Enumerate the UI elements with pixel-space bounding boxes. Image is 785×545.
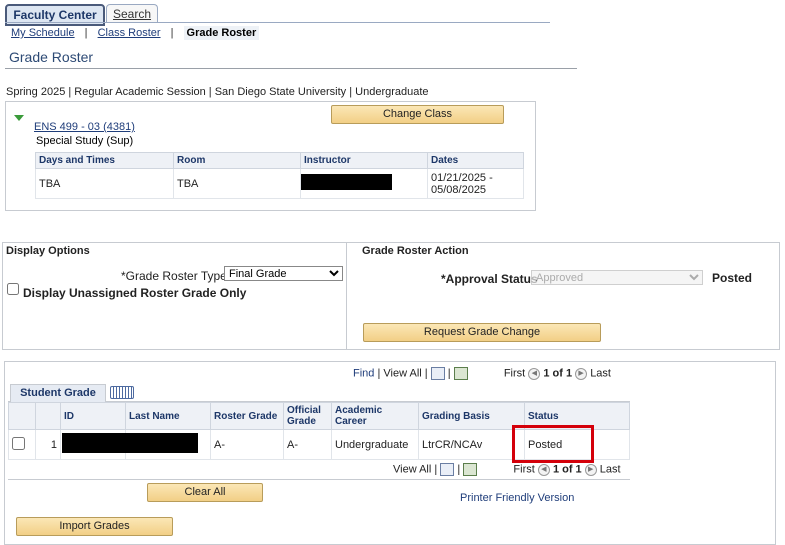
breadcrumb-separator: | [84,27,88,39]
row-select-cell [8,429,36,460]
official-grade-cell: A- [283,429,332,460]
view-all-link[interactable]: View All [383,367,421,379]
row-select-checkbox[interactable] [12,436,25,450]
last-link-bottom[interactable]: Last [600,463,621,475]
col-official-grade: Official Grade [283,402,332,430]
printer-friendly-link[interactable]: Printer Friendly Version [460,492,574,504]
import-grades-button[interactable]: Import Grades [16,517,173,536]
change-class-button[interactable]: Change Class [331,105,504,124]
approval-status-select: Approved [531,270,703,285]
col-row-num [35,402,61,430]
last-link[interactable]: Last [590,367,611,379]
academic-career-cell: Undergraduate [331,429,419,460]
clear-all-button[interactable]: Clear All [147,483,263,502]
redacted-instructor [301,174,392,190]
breadcrumb-separator: | [170,27,174,39]
col-last-name: Last Name [125,402,211,430]
col-academic-career: Academic Career [331,402,419,430]
table-header-row: Days and Times Room Instructor Dates [35,152,524,169]
prev-arrow-icon[interactable]: ◀ [537,463,550,476]
course-title: Special Study (Sup) [36,135,134,147]
prev-arrow-icon[interactable]: ◀ [528,367,541,380]
zoom-icon[interactable] [430,367,445,380]
breadcrumb: My Schedule | Class Roster | Grade Roste… [11,26,260,40]
term-info: Spring 2025 | Regular Academic Session |… [6,86,429,98]
unassigned-checkbox[interactable] [7,283,19,295]
view-all-link-bottom[interactable]: View All [393,463,431,475]
download-spreadsheet-icon[interactable] [453,367,468,380]
approval-posted-text: Posted [712,271,753,285]
tab-divider [5,22,550,23]
col-select [8,402,36,430]
roster-grade-cell: A- [210,429,284,460]
page-title: Grade Roster [9,49,94,65]
grid-nav-bottom: View All | | First ◀ 1 of 1 ▶ Last [393,463,621,476]
breadcrumb-class-roster[interactable]: Class Roster [98,27,161,39]
display-options-title: Display Options [6,245,90,257]
row-range-bottom: 1 of 1 [552,463,582,476]
first-link[interactable]: First [504,367,525,379]
roster-type-label: *Grade Roster Type [121,269,227,283]
posted-highlight-box [512,425,594,463]
dates-end: 05/08/2025 [431,183,487,196]
zoom-icon[interactable] [440,463,455,476]
download-spreadsheet-icon[interactable] [463,463,478,476]
col-grading-basis: Grading Basis [418,402,525,430]
show-all-columns-icon[interactable] [110,386,134,399]
title-divider [5,68,577,69]
class-meeting-table: Days and Times Room Instructor Dates TBA… [35,152,524,199]
breadcrumb-my-schedule[interactable]: My Schedule [11,27,75,39]
collapse-triangle-icon[interactable] [14,115,24,121]
days-cell: TBA [35,168,174,199]
roster-type-select[interactable]: Final Grade [224,266,343,281]
student-grade-tab[interactable]: Student Grade [10,384,106,402]
grid-bottom-rule [8,479,630,480]
col-dates: Dates [427,152,524,169]
col-instructor: Instructor [300,152,428,169]
course-link[interactable]: ENS 499 - 03 (4381) [34,121,135,133]
row-range: 1 of 1 [543,367,573,380]
col-room: Room [173,152,301,169]
roster-action-title: Grade Roster Action [362,245,469,257]
table-row: TBA TBA 01/21/2025 - 05/08/2025 [35,168,524,199]
approval-status-label: *Approval Status [441,272,538,286]
col-roster-grade: Roster Grade [210,402,284,430]
breadcrumb-grade-roster: Grade Roster [183,26,260,40]
row-num-cell: 1 [35,429,61,460]
room-cell: TBA [173,168,301,199]
dates-cell: 01/21/2025 - 05/08/2025 [427,168,524,199]
request-grade-change-button[interactable]: Request Grade Change [363,323,601,342]
redacted-student [62,433,198,453]
dates-start: 01/21/2025 - [431,171,493,184]
grading-basis-cell: LtrCR/NCAv [418,429,525,460]
first-link-bottom[interactable]: First [513,463,534,475]
col-days-times: Days and Times [35,152,174,169]
find-link[interactable]: Find [353,367,374,379]
unassigned-label: Display Unassigned Roster Grade Only [23,286,247,300]
next-arrow-icon[interactable]: ▶ [575,367,588,380]
tab-search[interactable]: Search [106,4,158,23]
col-id: ID [60,402,126,430]
grid-nav-top: Find | View All | | First ◀ 1 of 1 ▶ Las… [353,367,611,380]
next-arrow-icon[interactable]: ▶ [584,463,597,476]
